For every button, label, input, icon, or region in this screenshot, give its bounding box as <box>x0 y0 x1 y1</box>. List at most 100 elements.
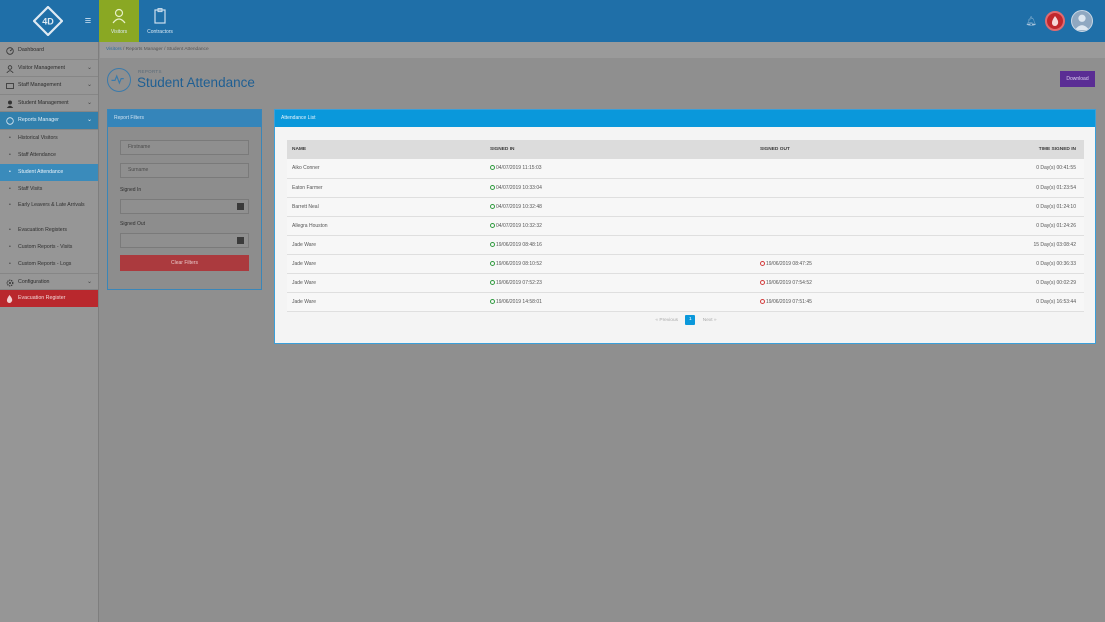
chevron-down-icon: ⌄ <box>86 117 92 123</box>
column-header-name[interactable]: NAME <box>287 140 485 159</box>
column-header-signed-out[interactable]: SIGNED OUT <box>755 140 955 159</box>
sidebar-subitem-custom-reports-visits[interactable]: Custom Reports - Visits <box>0 239 98 256</box>
sidebar-subitem-early-leavers[interactable]: Early Leavers & Late Arrivals <box>0 198 98 222</box>
logo-4d[interactable]: 4D <box>33 6 63 36</box>
cell-signed-in: 04/07/2019 10:32:32 <box>496 222 542 229</box>
sidebar-subitem-evacuation-registers[interactable]: Evacuation Registers <box>0 222 98 239</box>
module-contractors[interactable]: Contractors <box>140 0 180 42</box>
clear-filters-button[interactable]: Clear Filters <box>120 255 249 271</box>
cell-signed-in: 19/06/2019 14:58:01 <box>496 298 542 305</box>
cell-time-signed-in: 0 Day(s) 00:41:55 <box>955 159 1084 179</box>
visitor-icon <box>112 8 126 24</box>
firstname-input[interactable]: Firstname <box>120 140 249 155</box>
cell-name: Allegra Houston <box>287 216 485 236</box>
speedometer-icon <box>6 47 14 55</box>
chevron-down-icon: ⌄ <box>86 82 92 88</box>
bell-icon[interactable]: 🔔︎ <box>1023 13 1039 29</box>
sidebar-item-label: Staff Management <box>18 82 62 88</box>
signed-in-icon <box>490 241 495 247</box>
pagination: « Previous 1 Next » <box>275 315 1097 325</box>
sidebar-subitem-custom-reports-logs[interactable]: Custom Reports - Logs <box>0 256 98 273</box>
sidebar-item-staff-management[interactable]: Staff Management ⌄ <box>0 77 98 95</box>
module-label: Contractors <box>147 29 173 35</box>
table-row[interactable]: Eaton Farmer 04/07/2019 10:33:04 0 Day(s… <box>287 178 1084 198</box>
cell-time-signed-in: 0 Day(s) 01:24:26 <box>955 216 1084 236</box>
evacuation-alert-icon[interactable] <box>1045 11 1065 31</box>
signed-out-date-input[interactable] <box>120 233 249 248</box>
breadcrumb: Visitors / Reports Manager / Student Att… <box>100 42 1105 58</box>
cell-time-signed-in: 15 Day(s) 03:08:42 <box>955 235 1084 255</box>
top-bar: 4D ≡ Visitors Contractors 🔔︎ <box>0 0 1105 42</box>
page-subtitle: REPORTS <box>138 69 162 74</box>
cell-signed-out: 19/06/2019 08:47:25 <box>766 260 812 267</box>
sidebar-subitem-label: Evacuation Registers <box>18 226 68 233</box>
cell-time-signed-in: 0 Day(s) 00:36:33 <box>955 254 1084 274</box>
calendar-icon[interactable] <box>237 237 244 244</box>
table-row[interactable]: Jade Ware 19/06/2019 08:10:52 19/06/2019… <box>287 254 1084 274</box>
sidebar-subitem-label: Custom Reports - Logs <box>18 260 72 267</box>
sidebar-item-label: Student Management <box>18 99 69 106</box>
signed-in-date-input[interactable] <box>120 199 249 214</box>
sidebar-subitem-staff-attendance[interactable]: Staff Attendance <box>0 147 98 164</box>
sidebar-item-label: Visitor Management <box>18 64 66 71</box>
cell-signed-out <box>755 159 955 179</box>
signed-in-icon <box>490 203 495 209</box>
breadcrumb-link[interactable]: Visitors <box>106 47 122 52</box>
signed-in-label: Signed In <box>120 187 142 193</box>
cell-signed-in: 19/06/2019 07:52:23 <box>496 279 542 286</box>
clipboard-icon <box>154 8 166 24</box>
sidebar-item-student-management[interactable]: Student Management ⌄ <box>0 95 98 112</box>
cell-name: Jade Ware <box>287 235 485 255</box>
signed-out-label: Signed Out <box>120 221 146 227</box>
sidebar-item-evacuation-register[interactable]: Evacuation Register <box>0 290 98 307</box>
sidebar-item-configuration[interactable]: Configuration ⌄ <box>0 272 98 290</box>
cell-signed-out: 19/06/2019 07:54:52 <box>766 279 812 286</box>
panel-title: Attendance List <box>275 110 1095 127</box>
signed-in-icon <box>490 222 495 228</box>
pagination-previous[interactable]: « Previous <box>655 318 678 323</box>
table-row[interactable]: Jade Ware 19/06/2019 07:52:23 19/06/2019… <box>287 273 1084 293</box>
chevron-down-icon: ⌄ <box>86 278 92 285</box>
panel-title: Report Filters <box>108 110 261 127</box>
module-label: Visitors <box>110 29 128 35</box>
sidebar-item-reports-manager[interactable]: Reports Manager ⌄ <box>0 112 98 130</box>
sidebar-item-label: Evacuation Register <box>18 295 66 301</box>
id-card-icon <box>6 83 14 89</box>
signed-out-icon <box>760 279 765 285</box>
table-row[interactable]: Jade Ware 19/06/2019 08:48:16 15 Day(s) … <box>287 235 1084 255</box>
sidebar-item-visitor-management[interactable]: Visitor Management ⌄ <box>0 60 98 77</box>
cell-name: Jade Ware <box>287 254 485 274</box>
table-row[interactable]: Barrett Neal 04/07/2019 10:32:48 0 Day(s… <box>287 197 1084 217</box>
surname-input[interactable]: Surname <box>120 163 249 178</box>
pagination-next[interactable]: Next » <box>703 318 717 323</box>
sidebar-subitem-student-attendance[interactable]: Student Attendance <box>0 163 98 181</box>
table-row[interactable]: Aiko Conner 04/07/2019 11:15:03 0 Day(s)… <box>287 159 1084 179</box>
cell-signed-in: 04/07/2019 11:15:03 <box>496 165 542 172</box>
cell-time-signed-in: 0 Day(s) 01:23:54 <box>955 178 1084 198</box>
download-button[interactable]: Download <box>1060 71 1095 87</box>
table-row[interactable]: Allegra Houston 04/07/2019 10:32:32 0 Da… <box>287 216 1084 236</box>
sidebar-subitem-staff-visits[interactable]: Staff Visits <box>0 181 98 198</box>
cell-signed-out <box>755 216 955 236</box>
cell-time-signed-in: 0 Day(s) 01:24:10 <box>955 197 1084 217</box>
breadcrumb-current: Student Attendance <box>166 47 209 52</box>
sidebar-subitem-historical-visitors[interactable]: Historical Visitors <box>0 130 98 147</box>
sidebar-item-dashboard[interactable]: Dashboard <box>0 42 98 60</box>
calendar-icon[interactable] <box>237 203 244 210</box>
user-avatar[interactable] <box>1071 10 1093 32</box>
column-header-time-signed-in[interactable]: TIME SIGNED IN <box>955 140 1084 159</box>
sidebar-item-label: Configuration <box>18 278 50 285</box>
table-row[interactable]: Jade Ware 19/06/2019 14:58:01 19/06/2019… <box>287 292 1084 312</box>
module-visitors[interactable]: Visitors <box>99 0 139 42</box>
breadcrumb-item[interactable]: Reports Manager <box>126 47 163 52</box>
signed-in-icon <box>490 298 495 304</box>
chevron-down-icon: ⌄ <box>86 99 92 106</box>
pagination-page-current[interactable]: 1 <box>685 315 696 325</box>
menu-toggle-icon[interactable]: ≡ <box>82 15 94 27</box>
cell-name: Barrett Neal <box>287 197 485 217</box>
gear-icon <box>6 279 14 286</box>
column-header-signed-in[interactable]: SIGNED IN <box>485 140 755 159</box>
user-icon <box>6 64 14 73</box>
report-filters-panel: Report Filters Firstname Surname Signed … <box>107 109 262 290</box>
sidebar-subitem-label: Staff Visits <box>18 185 43 192</box>
